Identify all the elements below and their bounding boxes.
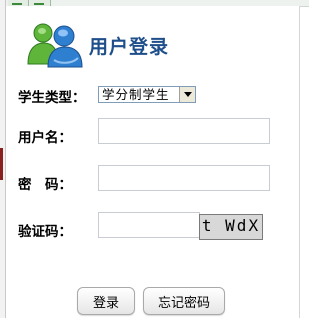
login-panel: 用户登录 学生类型： 学分制学生 用户名： 密 码： 验证码： t WdX 登录…: [6, 6, 300, 318]
student-type-select[interactable]: 学分制学生: [98, 86, 196, 103]
username-label: 用户名：: [18, 130, 72, 146]
captcha-field[interactable]: [98, 212, 200, 238]
captcha-label: 验证码：: [18, 224, 72, 240]
captcha-image[interactable]: t WdX: [199, 214, 263, 240]
forgot-password-button[interactable]: 忘记密码: [143, 287, 225, 315]
dropdown-button[interactable]: [179, 87, 195, 102]
login-button[interactable]: 登录: [77, 287, 135, 315]
student-type-label: 学生类型：: [18, 90, 86, 106]
password-field[interactable]: [98, 165, 270, 191]
chevron-down-icon: [183, 92, 192, 97]
student-type-value: 学分制学生: [102, 87, 170, 102]
page-title: 用户登录: [89, 36, 170, 58]
msn-users-icon: [27, 23, 83, 68]
username-field[interactable]: [98, 118, 270, 144]
password-label: 密 码：: [18, 177, 72, 193]
